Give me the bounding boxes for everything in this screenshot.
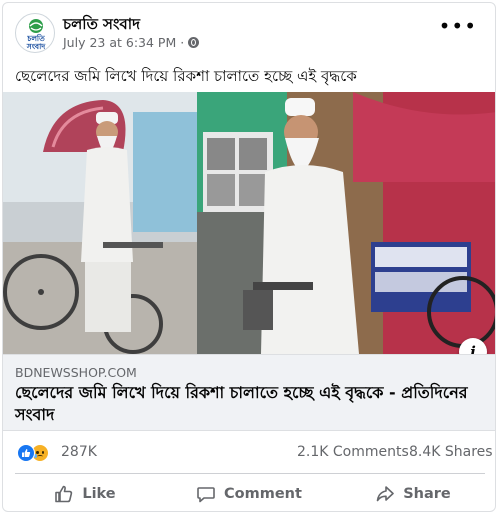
reaction-count[interactable]: 287K [61,444,97,460]
post-actions: Like Comment Share [3,477,495,511]
post-meta: July 23 at 6:34 PM · [63,35,200,50]
share-icon [376,486,395,502]
share-label: Share [403,486,451,502]
reaction-icons[interactable] [17,444,49,462]
post-card: চলতি সংবাদ চলতি সংবাদ July 23 at 6:34 PM… [2,2,496,512]
like-label: Like [82,486,116,502]
post-photo[interactable]: i [3,92,495,366]
comment-button[interactable]: Comment [167,477,331,511]
link-domain: BDNEWSSHOP.COM [15,365,137,380]
page-logo: চলতি সংবাদ [26,19,47,51]
reactions-bar: 287K 2.1K Comments 8.4K Shares [3,433,495,473]
link-preview[interactable]: BDNEWSSHOP.COM ছেলেদের জমি লিখে দিয়ে রি… [3,354,495,431]
share-button[interactable]: Share [331,477,495,511]
globe-icon [188,37,200,48]
like-reaction-icon [17,444,35,462]
link-title[interactable]: ছেলেদের জমি লিখে দিয়ে রিকশা চালাতে হচ্ছ… [15,382,485,426]
thumbs-up-icon [55,485,73,503]
like-button[interactable]: Like [3,477,167,511]
photo-collage [3,92,495,354]
post-text: ছেলেদের জমি লিখে দিয়ে রিকশা চালাতে হচ্ছ… [15,67,357,85]
post-timestamp[interactable]: July 23 at 6:34 PM [63,35,176,50]
page-avatar[interactable]: চলতি সংবাদ [15,13,55,53]
actions-divider [15,473,485,474]
post-header: চলতি সংবাদ চলতি সংবাদ July 23 at 6:34 PM… [3,3,495,61]
comments-count[interactable]: 2.1K Comments [297,444,409,460]
comment-label: Comment [224,486,302,502]
meta-separator: · [180,35,185,50]
comment-icon [197,487,215,503]
shares-count[interactable]: 8.4K Shares [409,444,493,460]
logo-text-line2: সংবাদ [26,42,47,51]
more-options-icon[interactable]: ••• [439,16,477,36]
